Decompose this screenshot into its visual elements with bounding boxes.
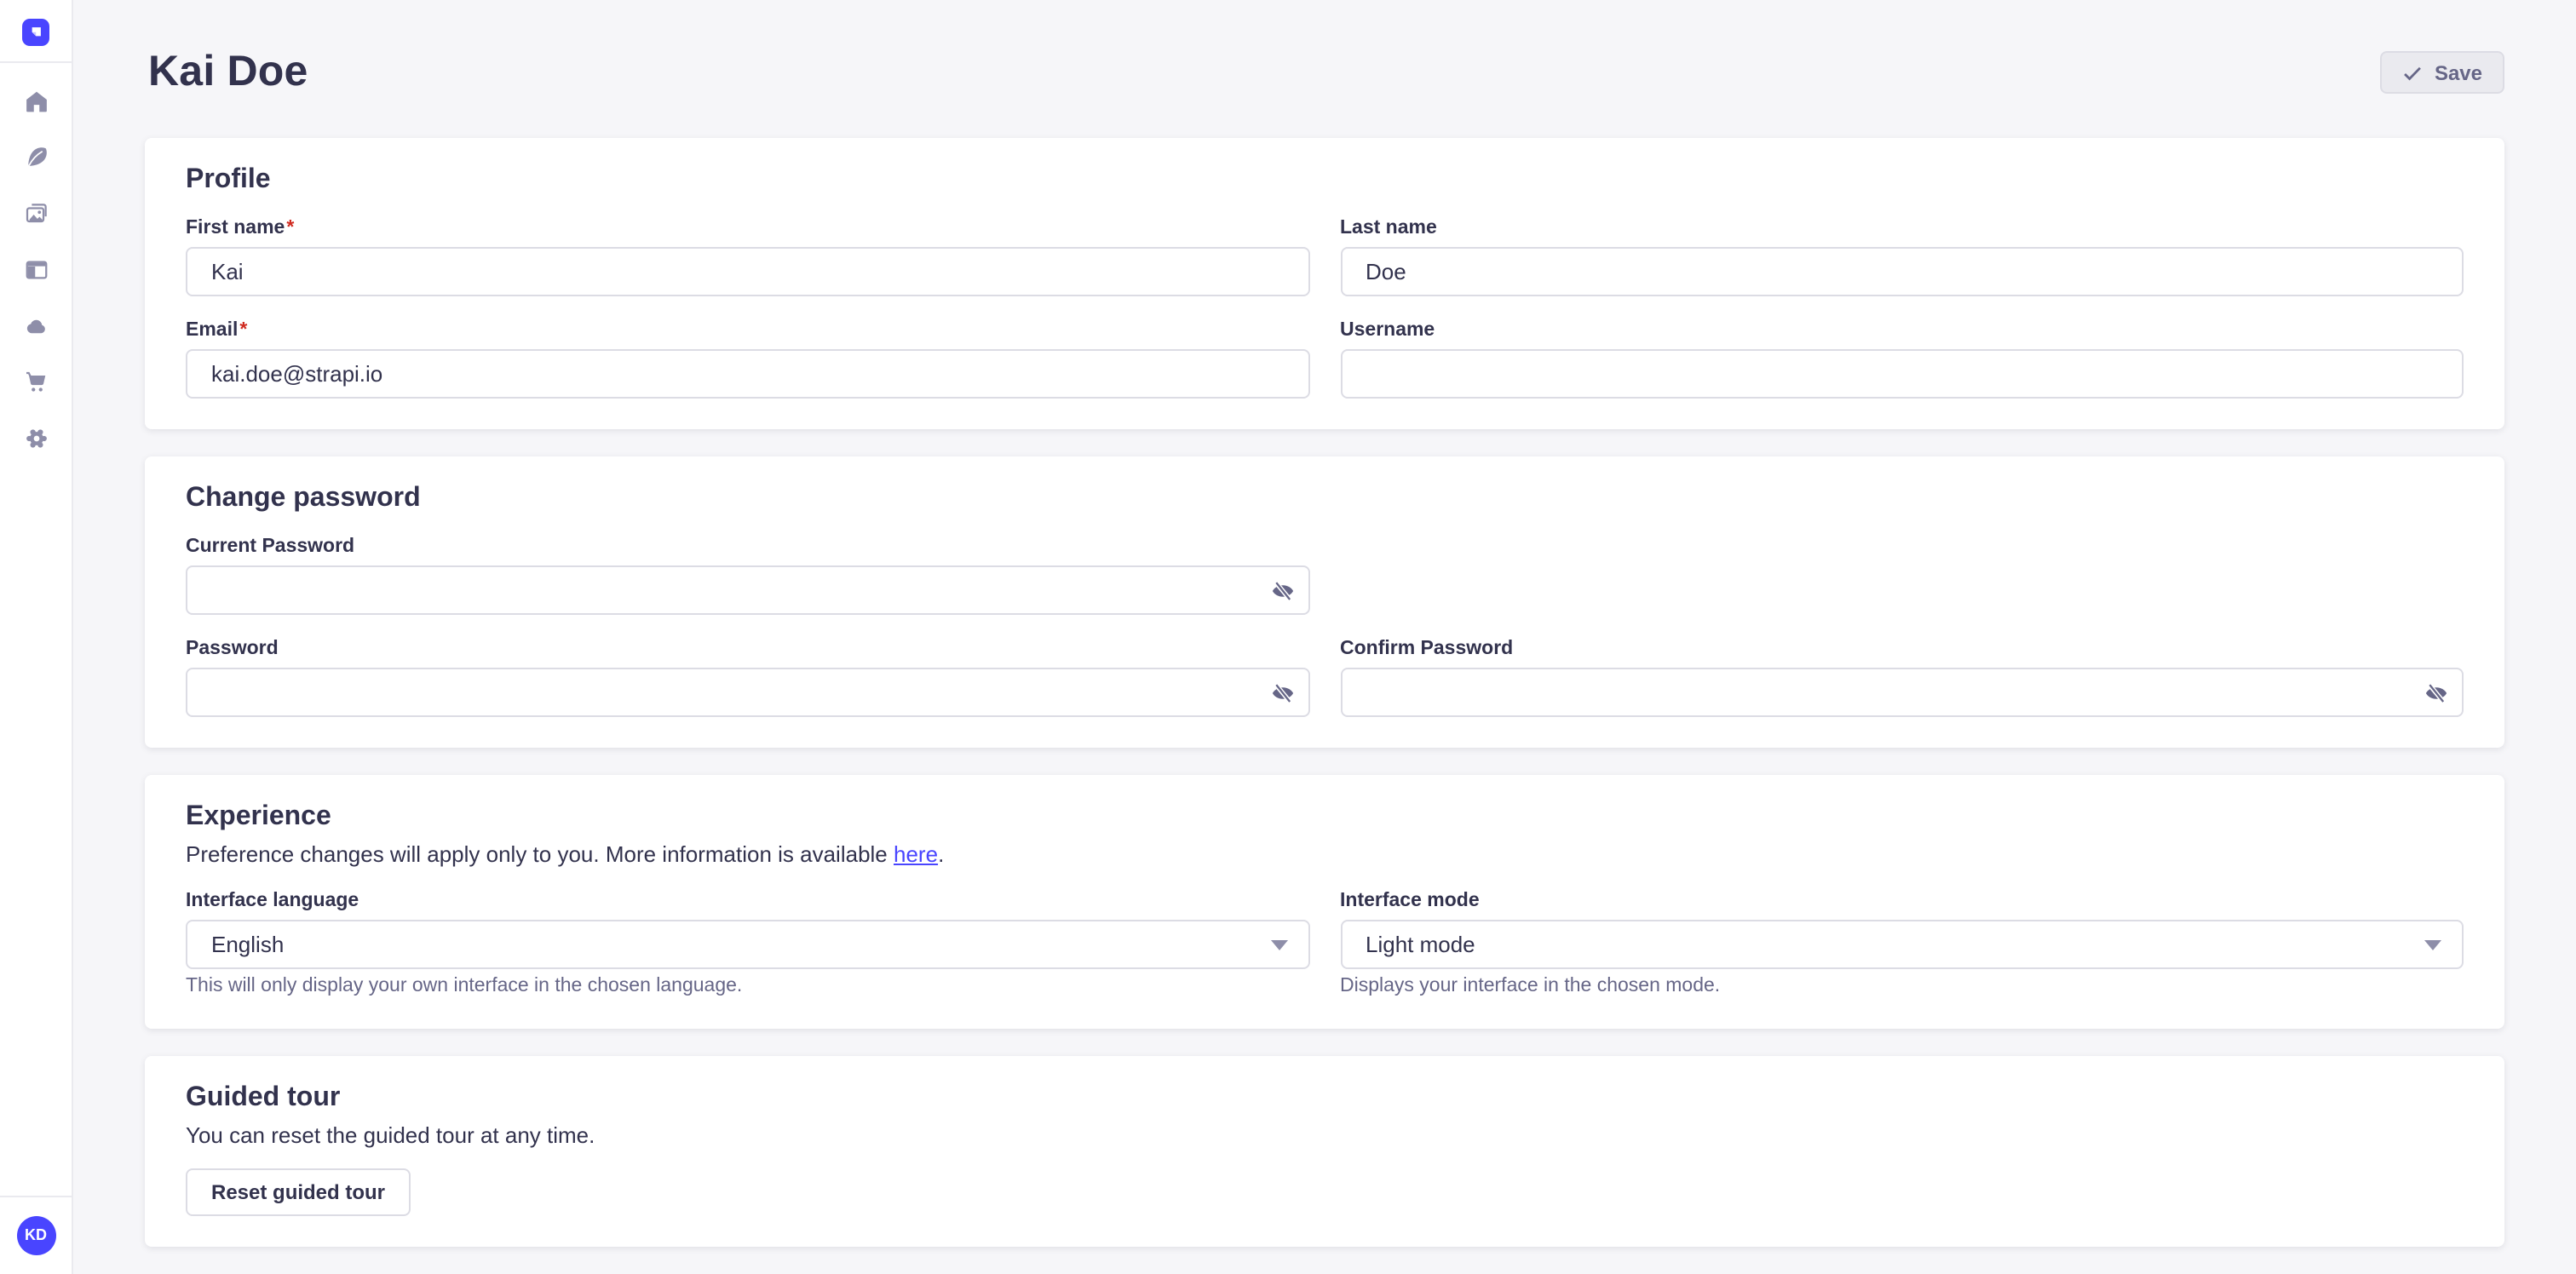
home-icon xyxy=(23,89,49,114)
eye-slash-icon xyxy=(2424,680,2448,704)
guided-tour-heading: Guided tour xyxy=(186,1083,2464,1114)
username-field-group: Username xyxy=(1340,318,2464,399)
sidebar-item-content-type-builder[interactable] xyxy=(0,242,72,298)
more-information-link[interactable]: here xyxy=(894,841,938,867)
interface-mode-value: Light mode xyxy=(1366,932,1475,957)
change-password-card: Change password Current Password xyxy=(145,456,2504,748)
interface-mode-label: Interface mode xyxy=(1340,889,2464,913)
last-name-input[interactable] xyxy=(1340,247,2464,296)
strapi-logo[interactable] xyxy=(22,19,49,46)
save-button-label: Save xyxy=(2435,60,2482,84)
interface-mode-select[interactable]: Light mode xyxy=(1340,920,2464,969)
password-field-group: Password xyxy=(186,637,1309,717)
sidebar-item-deploy[interactable] xyxy=(0,298,72,354)
gear-icon xyxy=(23,426,49,451)
guided-tour-card: Guided tour You can reset the guided tou… xyxy=(145,1056,2504,1247)
feather-icon xyxy=(23,145,49,170)
first-name-input[interactable] xyxy=(186,247,1309,296)
eye-slash-icon xyxy=(1270,578,1294,602)
check-icon xyxy=(2402,62,2423,83)
required-mark: * xyxy=(239,320,247,341)
interface-language-field-group: Interface language English This will onl… xyxy=(186,889,1309,998)
interface-language-helper: This will only display your own interfac… xyxy=(186,976,1309,998)
toggle-current-password-visibility-button[interactable] xyxy=(1270,578,1294,602)
confirm-password-label: Confirm Password xyxy=(1340,637,2464,661)
sidebar-item-home[interactable] xyxy=(0,73,72,129)
interface-language-select[interactable]: English xyxy=(186,920,1309,969)
first-name-field-group: First name* xyxy=(186,216,1309,296)
eye-slash-icon xyxy=(1270,680,1294,704)
profile-heading: Profile xyxy=(186,165,2464,196)
current-password-field-group: Current Password xyxy=(186,535,1309,615)
profile-card: Profile First name* Last name Email xyxy=(145,138,2504,429)
toggle-confirm-password-visibility-button[interactable] xyxy=(2424,680,2448,704)
sidebar: KD xyxy=(0,0,73,1274)
avatar-initials: KD xyxy=(25,1216,47,1255)
username-input[interactable] xyxy=(1340,349,2464,399)
sidebar-item-content-manager[interactable] xyxy=(0,129,72,186)
first-name-label: First name* xyxy=(186,216,1309,240)
sidebar-item-marketplace[interactable] xyxy=(0,354,72,410)
save-button[interactable]: Save xyxy=(2380,51,2504,94)
user-avatar[interactable]: KD xyxy=(16,1216,55,1255)
last-name-field-group: Last name xyxy=(1340,216,2464,296)
experience-heading: Experience xyxy=(186,802,2464,833)
interface-mode-helper: Displays your interface in the chosen mo… xyxy=(1340,976,2464,998)
layout-icon xyxy=(23,257,49,283)
email-input[interactable] xyxy=(186,349,1309,399)
chevron-down-icon xyxy=(1270,939,1287,950)
username-label: Username xyxy=(1340,318,2464,342)
change-password-heading: Change password xyxy=(186,484,2464,514)
current-password-input[interactable] xyxy=(186,565,1309,615)
email-label: Email* xyxy=(186,318,1309,342)
reset-guided-tour-button[interactable]: Reset guided tour xyxy=(186,1168,411,1216)
images-icon xyxy=(23,201,49,227)
toggle-password-visibility-button[interactable] xyxy=(1270,680,1294,704)
sidebar-bottom: KD xyxy=(0,1196,72,1274)
sidebar-item-settings[interactable] xyxy=(0,410,72,467)
interface-language-label: Interface language xyxy=(186,889,1309,913)
sidebar-item-media-library[interactable] xyxy=(0,186,72,242)
required-mark: * xyxy=(286,218,294,238)
current-password-label: Current Password xyxy=(186,535,1309,559)
confirm-password-field-group: Confirm Password xyxy=(1340,637,2464,717)
main-content: Kai Doe Save Profile First name* xyxy=(73,0,2576,1274)
page-title: Kai Doe xyxy=(148,48,308,97)
strapi-logo-icon xyxy=(26,22,46,43)
password-label: Password xyxy=(186,637,1309,661)
interface-language-value: English xyxy=(211,932,284,957)
experience-subtitle: Preference changes will apply only to yo… xyxy=(186,841,2464,869)
page-header: Kai Doe Save xyxy=(145,0,2504,138)
cloud-icon xyxy=(23,313,49,339)
experience-card: Experience Preference changes will apply… xyxy=(145,775,2504,1029)
confirm-password-input[interactable] xyxy=(1340,668,2464,717)
password-input[interactable] xyxy=(186,668,1309,717)
interface-mode-field-group: Interface mode Light mode Displays your … xyxy=(1340,889,2464,998)
chevron-down-icon xyxy=(2424,939,2441,950)
guided-tour-subtitle: You can reset the guided tour at any tim… xyxy=(186,1122,2464,1150)
cart-icon xyxy=(23,370,49,395)
last-name-label: Last name xyxy=(1340,216,2464,240)
email-field-group: Email* xyxy=(186,318,1309,399)
sidebar-nav xyxy=(0,63,72,467)
app: KD Kai Doe Save Profile First name* xyxy=(0,0,2576,1274)
